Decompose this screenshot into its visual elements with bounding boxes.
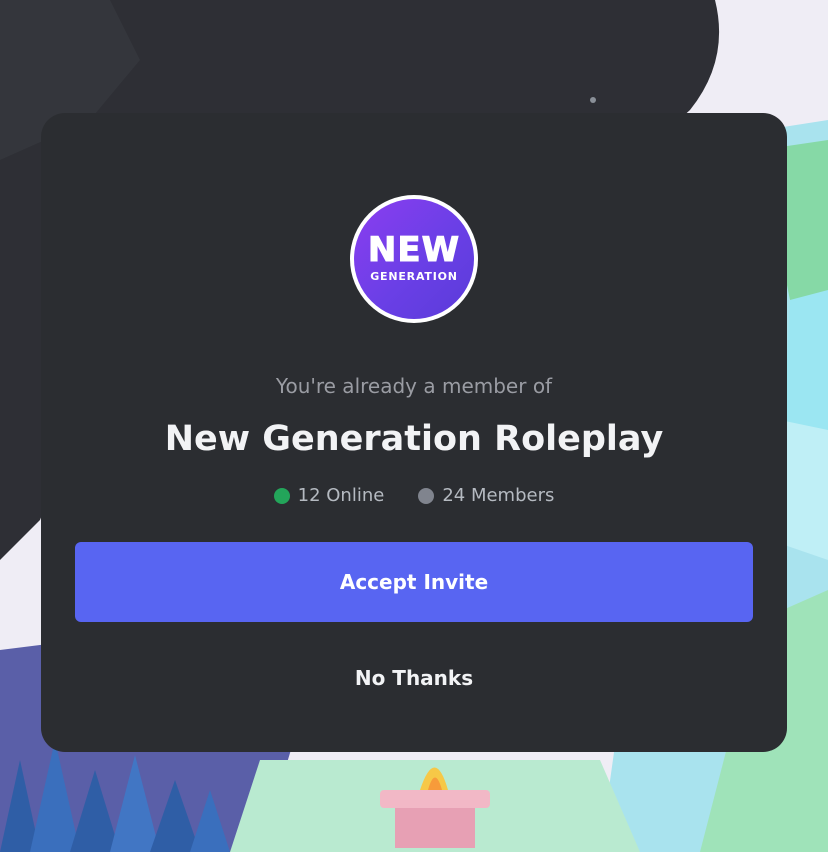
member-count: 24 Members [418, 484, 554, 508]
no-thanks-button[interactable]: No Thanks [75, 643, 753, 713]
server-logo-text-generation: GENERATION [370, 270, 458, 283]
accept-invite-button[interactable]: Accept Invite [75, 542, 753, 622]
server-logo-text-new: NEW [367, 230, 461, 270]
member-count-label: 24 Members [442, 485, 555, 506]
server-name: New Generation Roleplay [164, 419, 664, 459]
server-logo-image: NEW GENERATION [354, 199, 474, 319]
invite-modal: NEW GENERATION You're already a member o… [41, 113, 787, 752]
online-count: 12 Online [273, 484, 385, 508]
online-count-label: 12 Online [297, 485, 385, 506]
already-member-subtitle: You're already a member of [275, 374, 553, 398]
server-stats: 12 Online 24 Members [41, 484, 787, 508]
online-status-icon [273, 488, 290, 504]
server-icon: NEW GENERATION [350, 195, 478, 323]
member-status-icon [418, 488, 435, 504]
